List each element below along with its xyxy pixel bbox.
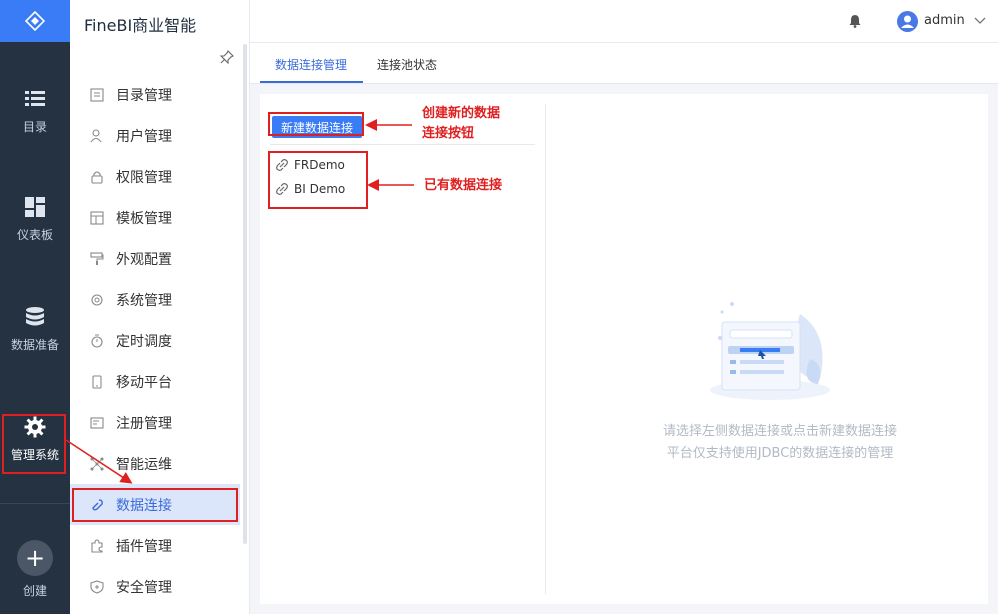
annotation-create-line2: 连接按钮 — [422, 126, 475, 141]
annotation-existing: 已有数据连接 — [424, 178, 503, 193]
annotation-create-line1: 创建新的数据 — [422, 106, 501, 121]
annotation-arrows — [65, 119, 414, 484]
